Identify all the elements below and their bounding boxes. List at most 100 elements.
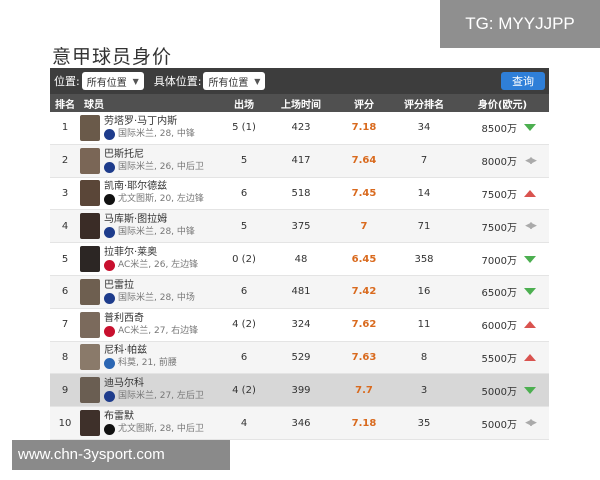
player-cell: 巴雷拉 国际米兰, 28, 中场	[80, 275, 222, 309]
rank-cell: 5	[50, 242, 80, 276]
table-row[interactable]: 9 迪马尔科 国际米兰, 27, 左后卫 4 (2) 399 7.7 3 5000万	[50, 373, 549, 408]
col-header-value[interactable]: 身价(欧元)	[456, 94, 549, 112]
player-name[interactable]: 劳塔罗·马丁内斯	[104, 115, 195, 128]
minutes-cell: 529	[266, 341, 336, 375]
player-value-table: 排名 球员 出场 上场时间 评分 评分排名 身价(欧元) 1 劳塔罗·马丁内斯 国际…	[50, 94, 549, 440]
rank-cell: 10	[50, 406, 80, 440]
player-name[interactable]: 马库斯·图拉姆	[104, 213, 195, 226]
specific-position-select[interactable]: 所有位置 ▼	[203, 72, 266, 90]
value-cell: 6500万	[456, 275, 549, 309]
club-logo-icon	[104, 424, 115, 436]
market-value: 5000万	[481, 419, 517, 431]
player-name[interactable]: 巴斯托尼	[104, 148, 204, 161]
rank-cell: 6	[50, 275, 80, 309]
minutes-cell: 375	[266, 209, 336, 244]
player-avatar	[80, 377, 100, 404]
chevron-down-icon: ▼	[254, 76, 261, 86]
col-header-player[interactable]: 球员	[80, 94, 222, 112]
value-cell: 7000万	[456, 242, 549, 276]
player-meta: AC米兰, 27, 右边锋	[118, 325, 199, 336]
club-logo-icon	[104, 292, 115, 304]
trend-up-icon	[524, 353, 536, 361]
chevron-down-icon: ▼	[132, 76, 139, 86]
value-cell: 7500万 ◀▶	[456, 209, 549, 244]
trend-down-icon	[524, 386, 536, 394]
market-value: 5000万	[481, 386, 517, 398]
club-logo-icon	[104, 260, 115, 272]
query-button[interactable]: 查询	[501, 72, 545, 90]
table-row[interactable]: 2 巴斯托尼 国际米兰, 26, 中后卫 5 417 7.64 7 8000万 ◀▶	[50, 144, 549, 178]
rank-cell: 4	[50, 209, 80, 244]
col-header-rating-rank[interactable]: 评分排名	[392, 94, 456, 112]
market-value: 6000万	[481, 321, 517, 333]
rating-rank-cell: 35	[392, 406, 456, 440]
table-row[interactable]: 5 拉菲尔·莱奥 AC米兰, 26, 左边锋 0 (2) 48 6.45 358 7000万	[50, 242, 549, 276]
rating-rank-cell: 8	[392, 341, 456, 375]
rank-cell: 8	[50, 341, 80, 375]
rank-cell: 2	[50, 144, 80, 178]
value-cell: 5500万	[456, 341, 549, 375]
player-name[interactable]: 巴雷拉	[104, 279, 195, 292]
position-select[interactable]: 所有位置 ▼	[81, 72, 144, 90]
market-value: 5500万	[481, 353, 517, 365]
minutes-cell: 518	[266, 177, 336, 211]
table-row[interactable]: 10 布雷默 尤文图斯, 28, 中后卫 4 346 7.18 35 5000万 ◀▶	[50, 406, 549, 440]
rating-cell: 7.42	[336, 275, 392, 309]
table-row[interactable]: 4 马库斯·图拉姆 国际米兰, 28, 中锋 5 375 7 71 7500万 ◀▶	[50, 209, 549, 244]
table-header-row: 排名 球员 出场 上场时间 评分 评分排名 身价(欧元)	[50, 94, 549, 112]
apps-cell: 5	[222, 209, 266, 244]
page-title: 意甲球员身价	[52, 46, 173, 68]
watermark-bottom: www.chn-3ysport.com	[12, 440, 230, 470]
apps-cell: 4	[222, 406, 266, 440]
player-name[interactable]: 普利西奇	[104, 312, 198, 325]
rank-cell: 3	[50, 177, 80, 211]
position-label: 位置:	[54, 75, 80, 88]
player-meta: 国际米兰, 28, 中锋	[118, 128, 195, 139]
club-logo-icon	[104, 194, 115, 206]
value-cell: 5000万	[456, 373, 549, 408]
value-cell: 7500万	[456, 177, 549, 211]
player-meta: 尤文图斯, 28, 中后卫	[118, 424, 204, 435]
club-logo-icon	[104, 227, 115, 239]
rating-rank-cell: 14	[392, 177, 456, 211]
rank-cell: 1	[50, 112, 80, 145]
watermark-top: TG: MYYJJPP	[440, 0, 600, 48]
rating-rank-cell: 16	[392, 275, 456, 309]
rating-rank-cell: 11	[392, 308, 456, 342]
table-row[interactable]: 1 劳塔罗·马丁内斯 国际米兰, 28, 中锋 5 (1) 423 7.18 34 8500万	[50, 112, 549, 145]
minutes-cell: 324	[266, 308, 336, 342]
player-name[interactable]: 凯南·耶尔德兹	[104, 180, 204, 193]
player-meta: 国际米兰, 28, 中场	[118, 292, 195, 303]
player-name[interactable]: 尼科·帕兹	[104, 344, 177, 357]
player-avatar	[80, 410, 100, 437]
col-header-minutes[interactable]: 上场时间	[266, 94, 336, 112]
player-name[interactable]: 布雷默	[104, 410, 204, 423]
trend-down-icon	[524, 124, 536, 132]
player-name[interactable]: 拉菲尔·莱奥	[104, 246, 198, 259]
player-avatar	[80, 246, 100, 273]
rating-cell: 7.45	[336, 177, 392, 211]
specific-position-select-value: 所有位置	[208, 77, 249, 89]
rank-cell: 7	[50, 308, 80, 342]
specific-position-label: 具体位置:	[153, 75, 202, 88]
apps-cell: 5	[222, 144, 266, 178]
col-header-rating[interactable]: 评分	[336, 94, 392, 112]
col-header-rank[interactable]: 排名	[50, 94, 80, 112]
market-value: 8000万	[481, 157, 517, 169]
rating-cell: 6.45	[336, 242, 392, 276]
player-meta: 尤文图斯, 20, 左边锋	[118, 194, 204, 205]
rating-rank-cell: 7	[392, 144, 456, 178]
minutes-cell: 481	[266, 275, 336, 309]
col-header-apps[interactable]: 出场	[222, 94, 266, 112]
table-row[interactable]: 3 凯南·耶尔德兹 尤文图斯, 20, 左边锋 6 518 7.45 14 7500万	[50, 177, 549, 211]
table-row[interactable]: 6 巴雷拉 国际米兰, 28, 中场 6 481 7.42 16 6500万	[50, 275, 549, 309]
table-row[interactable]: 8 尼科·帕兹 科莫, 21, 前腰 6 529 7.63 8 5500万	[50, 341, 549, 375]
rating-cell: 7.18	[336, 406, 392, 440]
rating-cell: 7.18	[336, 112, 392, 145]
trend-flat-icon: ◀▶	[525, 155, 537, 166]
player-name[interactable]: 迪马尔科	[104, 377, 204, 390]
trend-up-icon	[524, 189, 536, 197]
table-row[interactable]: 7 普利西奇 AC米兰, 27, 右边锋 4 (2) 324 7.62 11 6000万	[50, 308, 549, 342]
player-value-panel: 位置: 所有位置 ▼ 具体位置: 所有位置 ▼ 查询 排名 球员 出场 上场时间…	[50, 68, 549, 440]
trend-down-icon	[524, 288, 536, 296]
